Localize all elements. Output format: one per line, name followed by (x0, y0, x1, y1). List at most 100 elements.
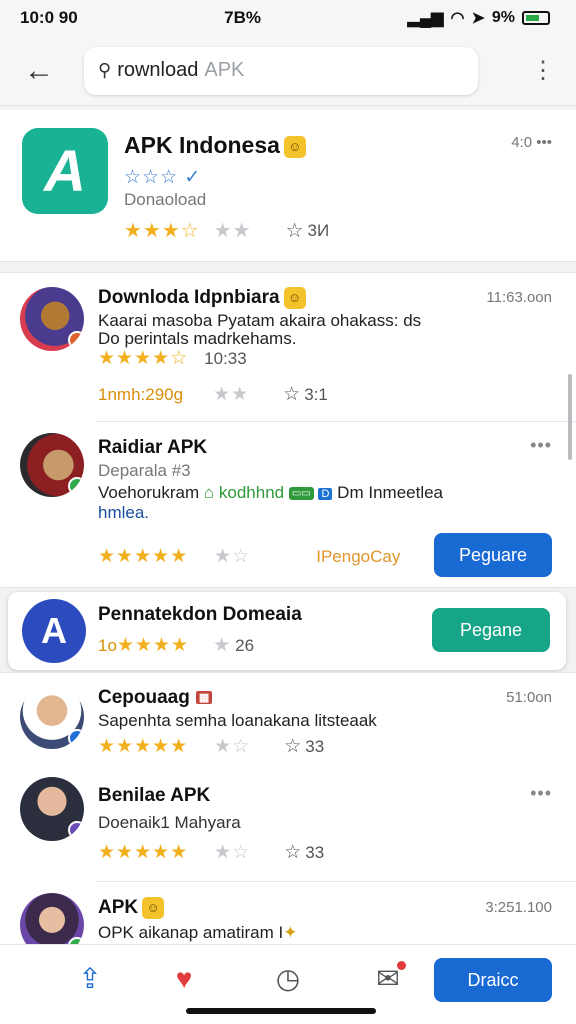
featured-meta[interactable]: 4:0 ••• (511, 134, 552, 151)
item-description: Kaarai masoba Pyatam akaira ohakass: ds (98, 311, 422, 330)
item-time: 11:63.oon (486, 289, 552, 306)
item-title: Downloda Idpnbiara ☺ (98, 287, 306, 309)
flag-icon: ▦ (195, 691, 213, 705)
rating-grey-stars: ★★ (213, 220, 252, 242)
rating-count: 3:1 (304, 384, 328, 404)
back-arrow-icon[interactable]: ← (18, 50, 60, 92)
item-description: Voehorukram ⌂ kodhhnd ▭▭ D Dm Inmeetlea (98, 483, 443, 503)
avatar (20, 777, 84, 841)
list-item[interactable]: Benilae APK ••• Doenaik1 Mahyara ★★★★★ ★… (0, 773, 576, 879)
share-icon[interactable]: ⇪ (70, 959, 110, 999)
featured-rating: ★★★ ☆ ★★ ☆ 3И (124, 218, 329, 243)
item-title-text: Downloda Idpnbiara (98, 287, 280, 309)
favorite-star-icon[interactable]: ☆ (284, 735, 301, 758)
badge-icon (68, 477, 84, 495)
rating-stars: ★★★★★ (98, 736, 189, 757)
item-rating: ★★★★☆ 10:33 (98, 347, 247, 370)
rating-grey-stars: ★☆ (214, 842, 251, 863)
item-time: 51:0on (506, 689, 552, 706)
item-title: APK ☺ (98, 897, 165, 919)
desc-part: Dm (337, 483, 364, 502)
search-hint: APK (204, 59, 245, 81)
rating-count: 3И (307, 220, 330, 240)
item-rating: ★★★★★ ★☆ IPengoCay (98, 545, 404, 568)
install-button[interactable]: Pegane (432, 608, 550, 652)
blue-chip-icon: D (318, 487, 333, 500)
signal-icon: ▂▄▆ (407, 10, 444, 27)
promo-gold-text: 1o (98, 635, 117, 655)
item-rating: ★★★★★ ★☆ ☆ 33 (98, 735, 324, 758)
avatar (20, 685, 84, 749)
divider (96, 421, 576, 422)
status-icons: ▂▄▆ ◠ ➤ 9% (408, 8, 550, 28)
chat-icon[interactable]: ✉ (368, 959, 408, 999)
sparkle-icon: ✦ (283, 923, 298, 942)
item-title: Raidiar APK (98, 437, 208, 458)
item-description-2: hmlea. (98, 503, 150, 522)
tag-icon: ⌂ (203, 483, 215, 502)
item-description-2: Do perintals madrkehams. (98, 329, 297, 348)
rating-grey-stars: ★★ (213, 384, 250, 405)
clock-icon[interactable]: ◷ (268, 959, 308, 999)
rating-count: 33 (305, 842, 325, 862)
home-indicator (186, 1008, 376, 1014)
list-item[interactable]: Downloda Idpnbiara ☺ 11:63.oon Kaarai mas… (0, 273, 576, 421)
bottom-action-button[interactable]: Draicc (434, 958, 552, 1002)
search-icon: ⚲ (98, 60, 112, 80)
outline-stars: ☆☆☆ (124, 167, 179, 188)
item-description: Doenaik1 Mahyara (98, 813, 241, 832)
list-item[interactable]: Raidiar APK ••• Deparala #3 Voehorukram … (0, 423, 576, 589)
badge-icon (68, 821, 84, 839)
featured-app-card[interactable]: A APK Indonesa ☺ 4:0 ••• ☆☆☆ ✓ Donaoload … (0, 110, 576, 262)
featured-outline-stars: ☆☆☆ ✓ (124, 166, 201, 189)
rating-grey-star: ★ (213, 635, 232, 656)
favorite-star-icon[interactable]: ☆ (284, 841, 301, 864)
location-icon: ➤ (471, 10, 485, 27)
status-center: 7B% (224, 8, 262, 27)
verified-icon: ✓ (178, 167, 202, 188)
wifi-icon: ◠ (450, 10, 465, 27)
rating-stars: ★★★★★ (98, 842, 189, 863)
promo-card[interactable]: A Pennatekdon Domeaia 1o ★★★★ ★ 26 Pegan… (8, 592, 566, 670)
rating-stars: ★★★ (124, 220, 181, 242)
item-sub: 10:33 (204, 348, 247, 368)
green-chip-icon: ▭▭ (288, 487, 314, 501)
favorite-star-icon[interactable]: ☆ (283, 383, 300, 406)
rating-count: 33 (305, 736, 325, 756)
avatar (20, 287, 84, 351)
battery-icon (521, 11, 550, 25)
rating-grey-stars: ★☆ (214, 736, 251, 757)
more-vert-icon[interactable]: ⋮ (528, 58, 558, 83)
badge-icon (68, 331, 84, 349)
emoji-badge-icon: ☺ (283, 135, 306, 158)
more-dots-icon[interactable]: ••• (530, 783, 552, 804)
favorite-star-icon[interactable]: ☆ (286, 218, 304, 243)
install-button[interactable]: Peguare (434, 533, 552, 577)
more-dots-icon[interactable]: ••• (530, 435, 552, 456)
status-time: 10:0 90 (20, 8, 78, 27)
rating-half-star: ☆ (180, 220, 200, 242)
list-item[interactable]: APK ☺ 3:251.100 OPK aikanap amatiram I✦ (0, 885, 576, 957)
notification-dot (397, 961, 406, 970)
item-description: OPK aikanap amatiram I✦ (98, 923, 297, 943)
rating-stars: ★★★★ (116, 635, 190, 656)
pin-icon[interactable]: ♥ (164, 959, 204, 999)
scrollbar[interactable] (568, 374, 572, 460)
item-description: Sapenhta semha loanakana litsteaak (98, 711, 377, 730)
app-logo-icon: A (22, 128, 108, 214)
featured-subtitle: Donaoload (124, 190, 207, 209)
featured-title: APK Indonesa ☺ (124, 132, 306, 159)
item-title: Cepouaag ▦ (98, 687, 213, 709)
list-item[interactable]: Cepouaag ▦ 51:0on Sapenhta semha loanakan… (0, 673, 576, 765)
search-input[interactable]: ⚲ rownload APK (84, 46, 478, 95)
desc-part: Voehorukram (98, 483, 200, 502)
item-title-text: APK (98, 897, 139, 919)
item-meta-row: 1nmh:290g ★★ ☆ 3:1 (98, 383, 328, 406)
desc-part: Inmeetlea (368, 483, 444, 502)
search-header: ← ⚲ rownload APK ⋮ (0, 36, 576, 106)
item-sub: Deparala #3 (98, 461, 191, 480)
featured-title-text: APK Indonesa (124, 132, 280, 158)
item-title: Benilae APK (98, 785, 211, 806)
item-time: 3:251.100 (485, 899, 552, 916)
rating-stars: ★★★★★ (98, 546, 189, 567)
